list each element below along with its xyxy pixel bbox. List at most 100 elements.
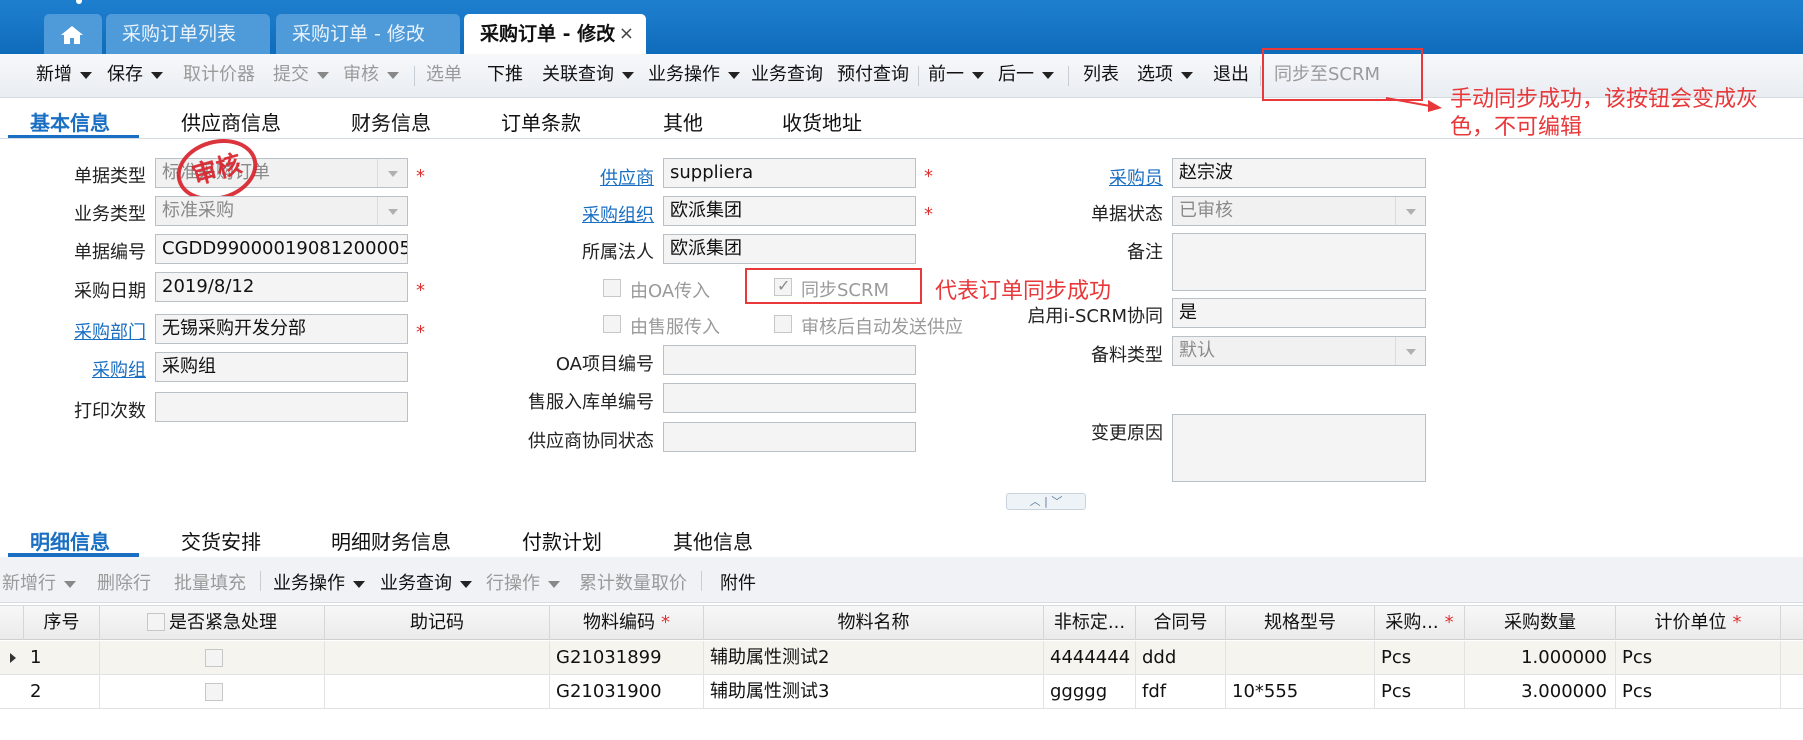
attachment-button[interactable]: 附件 [720,569,756,595]
supplier-link[interactable]: 供应商 [540,164,654,190]
remark-textarea[interactable] [1172,233,1426,291]
exit-button[interactable]: 退出 [1213,62,1249,88]
biz-type-select[interactable]: 标准采购 [155,196,408,226]
col-seq[interactable]: 序号 [24,606,100,640]
list-button[interactable]: 列表 [1083,62,1119,88]
close-icon[interactable]: × [619,14,634,54]
col-mnemonic[interactable]: 助记码 [325,606,550,640]
tab-detail-finance[interactable]: 明细财务信息 [331,526,451,555]
col-price-unit[interactable]: 计价单位 * [1616,606,1781,640]
tab-po-list[interactable]: 采购订单列表 [106,14,270,54]
col-nonstd[interactable]: 非标定... [1044,606,1136,640]
prev-button[interactable]: 前一 [928,62,984,88]
tab-basic-info[interactable]: 基本信息 [30,107,110,136]
tab-po-modify-1[interactable]: 采购订单 - 修改 [276,14,460,54]
oa-project-field[interactable] [663,345,916,375]
buyer-field[interactable]: 赵宗波 [1172,158,1426,188]
annotation-line: 手动同步成功，该按钮会变成灰 [1450,87,1759,112]
col-material-name[interactable]: 物料名称 [704,606,1044,640]
add-row-button[interactable]: 新增行 [2,569,76,595]
delete-row-button[interactable]: 删除行 [97,569,151,595]
col-qty[interactable]: 采购数量 [1465,606,1616,640]
group-link[interactable]: 采购组 [40,356,146,382]
chevron-down-icon [151,71,163,79]
cell-urgent [100,641,325,675]
supplier-field[interactable]: suppliera [663,158,916,188]
buyer-link[interactable]: 采购员 [1000,164,1163,190]
annotation-arrow-icon [1385,97,1442,112]
required-mark: * [416,280,425,301]
tab-supplier-info[interactable]: 供应商信息 [181,107,281,136]
table-row[interactable]: 1 G21031899 辅助属性测试2 4444444 ddd Pcs 1.00… [0,641,1803,675]
status-select[interactable]: 已审核 [1172,196,1426,226]
cell-mnemonic [325,675,550,709]
detail-biz-query-button[interactable]: 业务查询 [380,569,472,595]
save-button[interactable]: 保存 [107,62,163,88]
fetch-price-button[interactable]: 取计价器 [183,62,255,88]
tab-other-info[interactable]: 其他信息 [673,526,753,555]
cum-qty-price-button[interactable]: 累计数量取价 [579,569,687,595]
urgent-checkbox[interactable] [205,683,223,701]
tab-payment-plan[interactable]: 付款计划 [522,526,602,555]
legal-field[interactable]: 欧派集团 [663,234,916,264]
related-query-label: 关联查询 [542,64,614,85]
related-query-button[interactable]: 关联查询 [542,62,634,88]
biz-query-button[interactable]: 业务查询 [751,62,823,88]
next-button[interactable]: 后一 [998,62,1054,88]
po-date-field[interactable]: 2019/8/12 [155,272,408,302]
collapse-toggle[interactable]: ︿ | ﹀ [1006,493,1086,510]
col-material-code[interactable]: 物料编码 * [550,606,704,640]
detail-biz-operation-button[interactable]: 业务操作 [273,569,365,595]
col-contract[interactable]: 合同号 [1136,606,1226,640]
dept-field[interactable]: 无锡采购开发分部 [155,314,408,344]
print-count-field[interactable] [155,392,408,422]
legal-label: 所属法人 [582,242,654,263]
group-field[interactable]: 采购组 [155,352,408,382]
chevron-down-icon [548,580,560,588]
batch-fill-button[interactable]: 批量填充 [174,569,246,595]
options-button[interactable]: 选项 [1137,62,1193,88]
org-field[interactable]: 欧派集团 [663,196,916,226]
iscrm-field[interactable]: 是 [1172,298,1426,328]
cell-material-name: 辅助属性测试2 [704,641,1044,675]
home-tab[interactable] [44,14,102,54]
tab-po-modify-active[interactable]: 采购订单 - 修改 × [464,14,646,54]
tab-delivery-address[interactable]: 收货地址 [782,107,862,136]
required-mark: * [924,204,933,225]
fetch-price-label: 取计价器 [183,64,255,85]
col-urgent[interactable]: 是否紧急处理 [100,606,325,640]
supplier-collab-label: 供应商协同状态 [528,431,654,452]
tab-finance-info[interactable]: 财务信息 [351,107,431,136]
chevron-down-icon [377,197,407,225]
tab-order-terms[interactable]: 订单条款 [501,107,581,136]
push-down-button[interactable]: 下推 [487,62,523,88]
window-tab-bar: 采购订单列表 采购订单 - 修改 采购订单 - 修改 × [0,0,1803,54]
prepay-query-button[interactable]: 预付查询 [837,62,909,88]
audit-button[interactable]: 审核 [343,62,399,88]
material-type-select[interactable]: 默认 [1172,336,1426,366]
auto-send-checkbox[interactable] [774,315,792,333]
doc-no-field[interactable]: CGDD99000019081200005 [155,234,408,264]
urgent-select-all-checkbox[interactable] [147,613,165,631]
select-order-button[interactable]: 选单 [426,62,462,88]
service-in-field[interactable] [663,383,916,413]
submit-button[interactable]: 提交 [273,62,329,88]
tab-detail-info[interactable]: 明细信息 [30,526,110,555]
new-button[interactable]: 新增 [36,62,92,88]
tab-delivery-schedule[interactable]: 交货安排 [181,526,261,555]
table-row[interactable]: 2 G21031900 辅助属性测试3 ggggg fdf 10*555 Pcs… [0,675,1803,709]
from-service-checkbox[interactable] [603,315,621,333]
row-operation-button[interactable]: 行操作 [486,569,560,595]
biz-operation-button[interactable]: 业务操作 [648,62,740,88]
col-purchase-unit[interactable]: 采购... * [1375,606,1465,640]
from-oa-checkbox[interactable] [603,279,621,297]
divider [260,571,261,591]
tab-other[interactable]: 其他 [663,107,703,136]
org-link[interactable]: 采购组织 [540,201,654,227]
urgent-checkbox[interactable] [205,649,223,667]
divider [701,571,702,591]
change-reason-textarea[interactable] [1172,414,1426,482]
supplier-collab-field[interactable] [663,422,916,452]
dept-link[interactable]: 采购部门 [40,318,146,344]
col-spec[interactable]: 规格型号 [1226,606,1375,640]
